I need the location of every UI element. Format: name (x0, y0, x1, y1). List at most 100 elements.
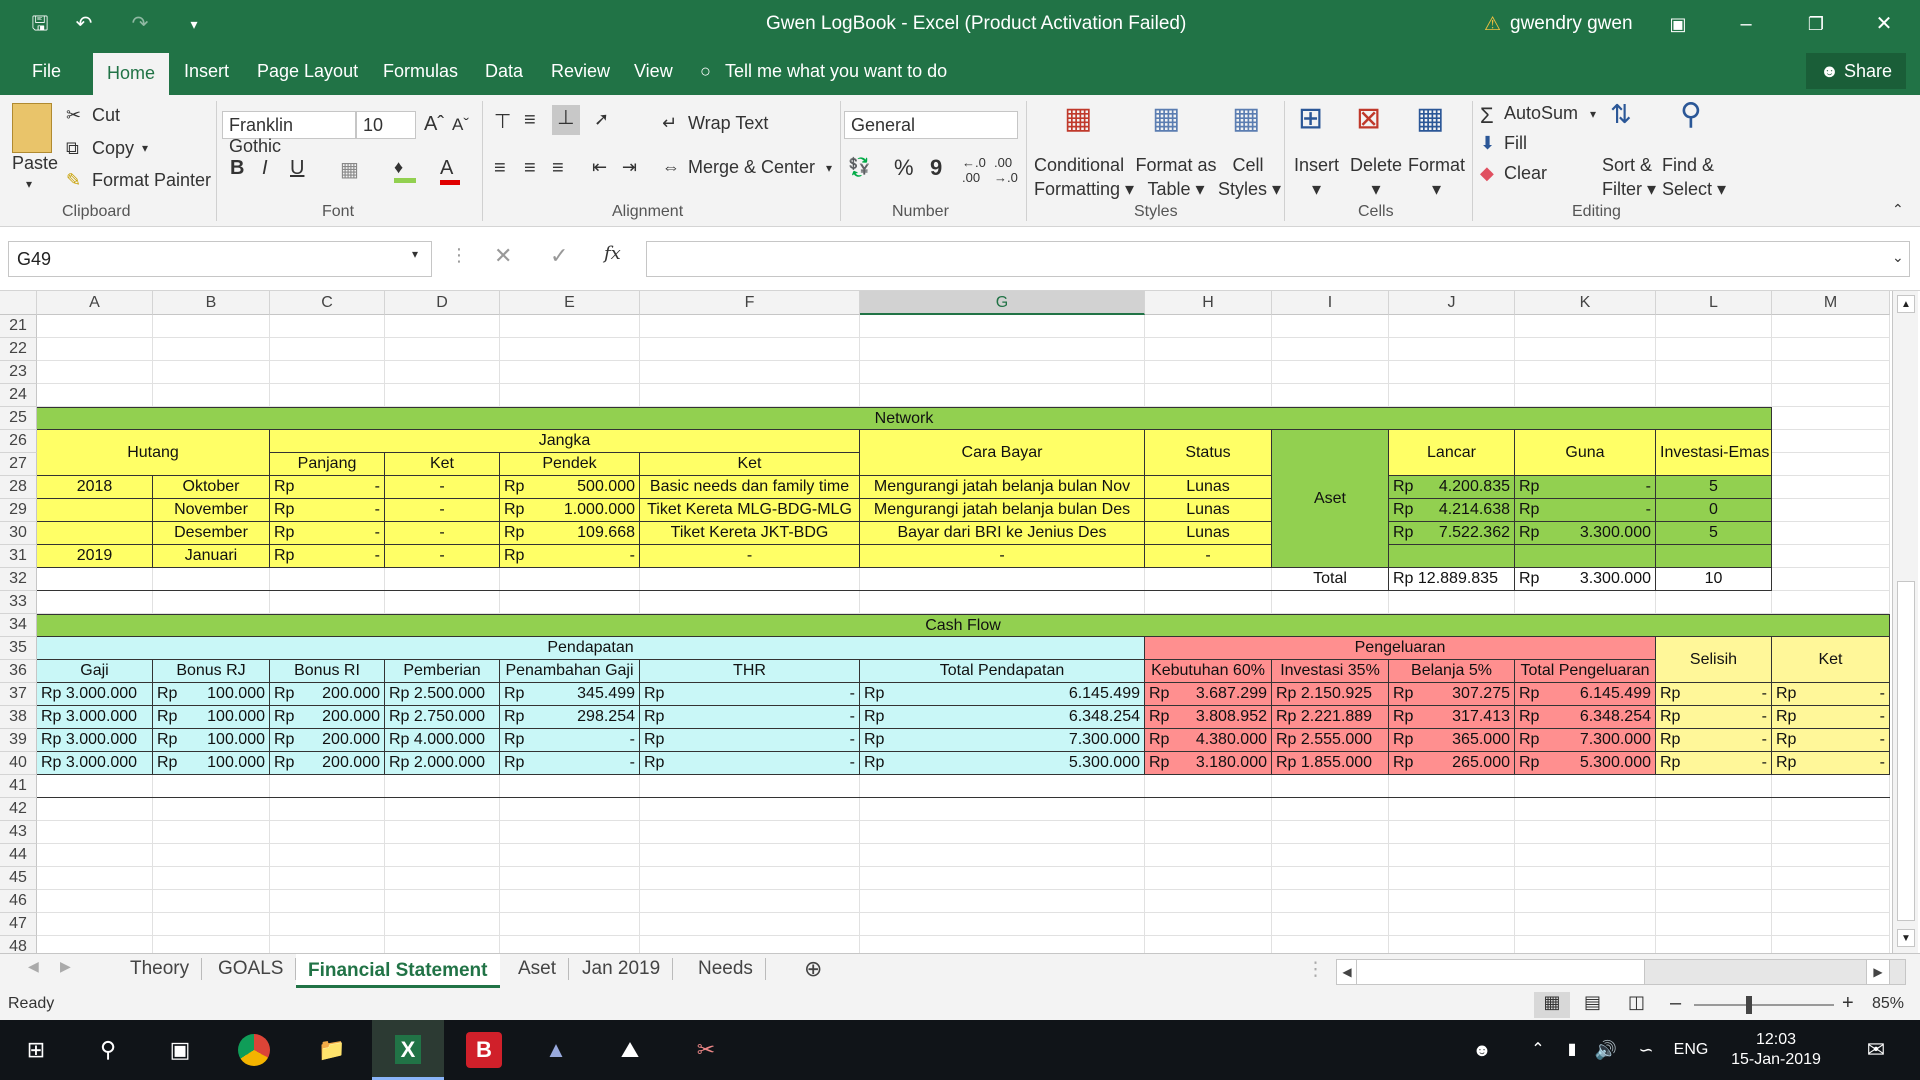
hscroll-left-icon[interactable]: ◀ (1336, 959, 1358, 985)
tab-page-layout[interactable]: Page Layout (257, 61, 358, 82)
notifications-icon[interactable]: ✉ (1858, 1032, 1894, 1068)
row-header-22[interactable]: 22 (0, 338, 37, 361)
search-icon[interactable]: ⚲ (90, 1032, 126, 1068)
close-icon[interactable]: ✕ (1870, 10, 1898, 38)
row-header-38[interactable]: 38 (0, 706, 37, 729)
find-select-button[interactable]: Find & Select ▾ (1662, 153, 1726, 201)
file-explorer-icon[interactable]: 📁 (314, 1032, 350, 1068)
decrease-font-icon[interactable]: Aˇ (452, 115, 469, 135)
decrease-decimal-icon[interactable]: .00 →.0 (994, 155, 1018, 185)
tab-home[interactable]: Home (93, 53, 170, 95)
align-top-icon[interactable]: ⊤ (494, 109, 511, 134)
align-center-icon[interactable]: ≡ (524, 157, 536, 180)
sheet-tab-needs[interactable]: Needs (686, 958, 766, 980)
zoom-level[interactable]: 85% (1872, 995, 1904, 1013)
sheet-tab-financial-statement[interactable]: Financial Statement (296, 954, 500, 988)
cut-button[interactable]: Cut (92, 105, 120, 126)
bandicam-icon[interactable]: B (466, 1032, 502, 1068)
row-header-37[interactable]: 37 (0, 683, 37, 706)
photos-icon[interactable]: ⛰ (612, 1032, 648, 1068)
app-icon[interactable]: ▲ (538, 1032, 574, 1068)
column-header-a[interactable]: A (37, 291, 153, 315)
tab-review[interactable]: Review (551, 61, 610, 82)
align-middle-icon[interactable]: ≡ (524, 109, 536, 132)
percent-button[interactable]: % (894, 155, 914, 181)
italic-button[interactable]: I (262, 157, 268, 180)
insert-cells-button[interactable]: Insert ▾ (1294, 153, 1339, 201)
cell-styles-button[interactable]: Cell Styles ▾ (1218, 153, 1281, 201)
column-header-g[interactable]: G (860, 291, 1145, 315)
sheet-tab-goals[interactable]: GOALS (206, 958, 297, 980)
column-header-i[interactable]: I (1272, 291, 1389, 315)
font-name-select[interactable]: Franklin Gothic (222, 111, 356, 156)
align-left-icon[interactable]: ≡ (494, 157, 506, 180)
borders-icon[interactable]: ▦ (340, 157, 359, 182)
page-layout-view-icon[interactable]: ▤ (1584, 992, 1601, 1013)
row-header-21[interactable]: 21 (0, 315, 37, 338)
restore-icon[interactable]: ❐ (1802, 10, 1830, 38)
scroll-right-icon[interactable]: ▶ (60, 958, 71, 975)
select-all-corner[interactable] (0, 291, 37, 315)
currency-icon[interactable]: 💱 (848, 157, 870, 178)
clear-button[interactable]: Clear (1504, 163, 1547, 184)
scroll-down-icon[interactable]: ▼ (1897, 929, 1915, 947)
chevron-up-icon[interactable]: ⌃ (1520, 1032, 1556, 1068)
row-header-24[interactable]: 24 (0, 384, 37, 407)
column-header-h[interactable]: H (1145, 291, 1272, 315)
name-box[interactable]: G49 (8, 241, 432, 277)
row-header-39[interactable]: 39 (0, 729, 37, 752)
worksheet-grid[interactable]: A B C D E F G H I J K L M 21 22 23 24 25 26 27 28 29 30 31 32 33 3… (0, 291, 1890, 953)
scroll-up-icon[interactable]: ▲ (1897, 295, 1915, 313)
row-header-43[interactable]: 43 (0, 821, 37, 844)
row-header-32[interactable]: 32 (0, 568, 37, 591)
column-header-k[interactable]: K (1515, 291, 1656, 315)
underline-button[interactable]: U (290, 157, 304, 180)
clock[interactable]: 12:03 15-Jan-2019 (1716, 1030, 1836, 1068)
zoom-slider[interactable] (1694, 1004, 1834, 1006)
horizontal-scrollbar[interactable] (1356, 959, 1906, 985)
scroll-left-icon[interactable]: ◀ (28, 958, 39, 975)
tell-me-search[interactable]: Tell me what you want to do (725, 61, 947, 82)
number-format-select[interactable]: General (844, 111, 1018, 139)
excel-taskbar-icon[interactable]: X (372, 1020, 444, 1080)
format-painter-button[interactable]: Format Painter (92, 170, 211, 191)
column-header-j[interactable]: J (1389, 291, 1515, 315)
volume-icon[interactable]: 🔊 (1588, 1032, 1624, 1068)
chrome-icon[interactable] (238, 1034, 270, 1066)
align-right-icon[interactable]: ≡ (552, 157, 564, 180)
paste-button[interactable]: Paste (12, 153, 58, 174)
format-as-table-button[interactable]: Format as Table ▾ (1134, 153, 1218, 201)
row-header-41[interactable]: 41 (0, 775, 37, 798)
share-button[interactable]: ☻ Share (1806, 53, 1906, 89)
row-header-47[interactable]: 47 (0, 913, 37, 936)
comma-button[interactable]: 9 (930, 155, 942, 181)
people-icon[interactable]: ☻ (1464, 1032, 1500, 1068)
snipping-tool-icon[interactable]: ✂ (688, 1032, 724, 1068)
row-header-34[interactable]: 34 (0, 614, 37, 637)
font-size-select[interactable]: 10 (356, 111, 416, 139)
save-icon[interactable]: 🖫 (26, 10, 54, 38)
row-header-46[interactable]: 46 (0, 890, 37, 913)
increase-decimal-icon[interactable]: ←.0.00 (962, 155, 986, 185)
normal-view-icon[interactable]: ▦ (1534, 992, 1570, 1018)
sheet-tab-aset[interactable]: Aset (506, 958, 570, 980)
chevron-down-icon[interactable]: ▾ (142, 141, 148, 155)
column-header-l[interactable]: L (1656, 291, 1772, 315)
format-cells-button[interactable]: Format ▾ (1408, 153, 1465, 201)
battery-icon[interactable]: ▮ (1554, 1032, 1590, 1068)
decrease-indent-icon[interactable]: ⇤ (592, 157, 607, 178)
tab-data[interactable]: Data (485, 61, 523, 82)
tab-insert[interactable]: Insert (184, 61, 229, 82)
collapse-ribbon-icon[interactable]: ⌃ (1892, 201, 1904, 218)
cancel-icon[interactable]: ✕ (494, 243, 512, 269)
row-header-48[interactable]: 48 (0, 936, 37, 953)
row-header-26[interactable]: 26 (0, 430, 37, 453)
merge-center-button[interactable]: Merge & Center (688, 157, 815, 178)
font-color-icon[interactable]: A (440, 157, 460, 185)
wrap-text-button[interactable]: Wrap Text (688, 113, 768, 134)
new-sheet-icon[interactable]: ⊕ (804, 956, 822, 982)
fill-color-icon[interactable]: ♦ (394, 157, 416, 183)
bold-button[interactable]: B (230, 157, 244, 180)
row-header-42[interactable]: 42 (0, 798, 37, 821)
row-header-35[interactable]: 35 (0, 637, 37, 660)
